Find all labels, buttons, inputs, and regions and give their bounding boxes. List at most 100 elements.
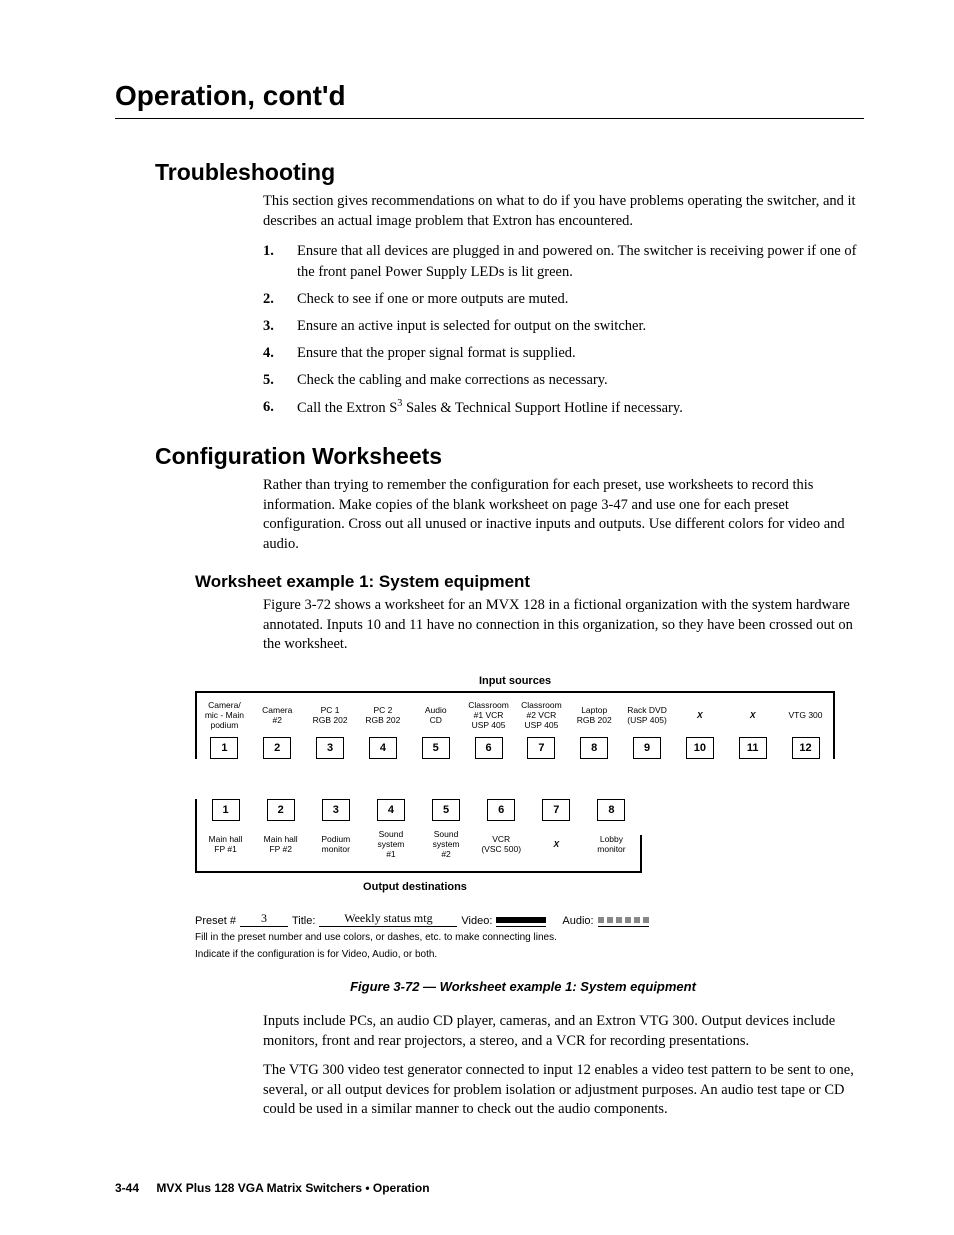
io-number-box: 8: [580, 737, 608, 759]
input-column: Rack DVD (USP 405) 9: [624, 699, 671, 759]
io-number-box: 1: [210, 737, 238, 759]
input-sources-row: Camera/ mic - Main podium1Camera #22PC 1…: [195, 691, 835, 759]
input-column: VTG 300 12: [782, 699, 829, 759]
output-destinations-row: Main hall FP #1 1 Main hall FP #2 2 Podium m…: [195, 799, 640, 873]
io-number-box: 12: [792, 737, 820, 759]
io-label: Sound system #2: [433, 825, 460, 865]
input-column: Camera #22: [254, 699, 301, 759]
output-column: Sound system #2 5: [422, 799, 471, 865]
io-number-box: 3: [316, 737, 344, 759]
preset-value: 3: [240, 911, 288, 927]
step-number: 6.: [263, 397, 297, 419]
io-number-box: 6: [475, 737, 503, 759]
video-swatch: [496, 917, 546, 923]
io-label: Laptop RGB 202: [577, 699, 612, 733]
step-text: Call the Extron S3 Sales & Technical Sup…: [297, 397, 864, 419]
io-number-box: 7: [542, 799, 570, 821]
crossed-out-icon: X: [750, 699, 756, 733]
step-number: 4.: [263, 343, 297, 364]
section-heading-troubleshooting: Troubleshooting: [155, 159, 864, 186]
io-number-box: 10: [686, 737, 714, 759]
troubleshooting-step: 1.Ensure that all devices are plugged in…: [263, 241, 864, 283]
subsection-heading-example1: Worksheet example 1: System equipment: [195, 572, 864, 592]
troubleshooting-steps: 1.Ensure that all devices are plugged in…: [263, 241, 864, 419]
io-label: Lobby monitor: [597, 825, 625, 865]
crossed-out-icon: X: [553, 825, 559, 865]
input-column: Classroom #2 VCR USP 405 7: [518, 699, 565, 759]
io-label: Camera/ mic - Main podium: [205, 699, 244, 733]
step-number: 2.: [263, 289, 297, 310]
io-label: PC 2 RGB 202: [365, 699, 400, 733]
crossed-out-icon: X: [697, 699, 703, 733]
io-label: VTG 300: [789, 699, 823, 733]
title-value: Weekly status mtg: [319, 911, 457, 927]
input-column: PC 1 RGB 202 3: [307, 699, 354, 759]
io-number-box: 4: [377, 799, 405, 821]
example1-after2: The VTG 300 video test generator connect…: [263, 1061, 864, 1120]
output-column: Main hall FP #1 1: [201, 799, 250, 865]
io-number-box: 9: [633, 737, 661, 759]
troubleshooting-step: 5.Check the cabling and make corrections…: [263, 370, 864, 391]
io-number-box: 4: [369, 737, 397, 759]
step-number: 1.: [263, 241, 297, 283]
io-number-box: 2: [267, 799, 295, 821]
header-rule: [115, 118, 864, 119]
io-number-box: 5: [422, 737, 450, 759]
form-note-1: Fill in the preset number and use colors…: [195, 931, 835, 944]
config-worksheets-intro: Rather than trying to remember the confi…: [263, 476, 864, 554]
troubleshooting-step: 2.Check to see if one or more outputs ar…: [263, 289, 864, 310]
input-column: Classroom #1 VCR USP 405 6: [465, 699, 512, 759]
output-column: Main hall FP #2 2: [256, 799, 305, 865]
io-label: Audio CD: [425, 699, 447, 733]
io-label: Main hall FP #1: [209, 825, 243, 865]
chapter-title: Operation, cont'd: [115, 80, 864, 112]
input-column: Laptop RGB 202 8: [571, 699, 618, 759]
figure-caption: Figure 3-72 — Worksheet example 1: Syste…: [263, 979, 783, 994]
io-label: Classroom #1 VCR USP 405: [468, 699, 509, 733]
io-number-box: 3: [322, 799, 350, 821]
section-heading-config-worksheets: Configuration Worksheets: [155, 443, 864, 470]
form-note-2: Indicate if the configuration is for Vid…: [195, 948, 835, 961]
troubleshooting-step: 4.Ensure that the proper signal format i…: [263, 343, 864, 364]
step-text: Check the cabling and make corrections a…: [297, 370, 864, 391]
step-text: Ensure that the proper signal format is …: [297, 343, 864, 364]
example1-intro: Figure 3-72 shows a worksheet for an MVX…: [263, 596, 864, 655]
troubleshooting-step: 6.Call the Extron S3 Sales & Technical S…: [263, 397, 864, 419]
input-column: Camera/ mic - Main podium 1: [201, 699, 248, 759]
io-label: Podium monitor: [321, 825, 350, 865]
video-label: Video:: [461, 915, 492, 927]
io-label: Classroom #2 VCR USP 405: [521, 699, 562, 733]
step-text: Check to see if one or more outputs are …: [297, 289, 864, 310]
audio-swatch: [598, 917, 649, 924]
audio-swatch-line: [598, 914, 649, 927]
io-number-box: 1: [212, 799, 240, 821]
io-number-box: 6: [487, 799, 515, 821]
io-number-box: 7: [527, 737, 555, 759]
page-footer: 3-44 MVX Plus 128 VGA Matrix Switchers •…: [115, 1181, 430, 1195]
troubleshooting-step: 3.Ensure an active input is selected for…: [263, 316, 864, 337]
io-label: Rack DVD (USP 405): [627, 699, 667, 733]
document-page: Operation, cont'd Troubleshooting This s…: [0, 0, 954, 1235]
output-column: Podium monitor 3: [311, 799, 360, 865]
io-number-box: 8: [597, 799, 625, 821]
output-column: Sound system #14: [366, 799, 415, 865]
input-column: Audio CD 5: [412, 699, 459, 759]
figure-output-title: Output destinations: [195, 881, 635, 893]
example1-after1: Inputs include PCs, an audio CD player, …: [263, 1012, 864, 1051]
page-number: 3-44: [115, 1181, 139, 1195]
step-number: 3.: [263, 316, 297, 337]
step-text: Ensure an active input is selected for o…: [297, 316, 864, 337]
io-label: VCR (VSC 500): [481, 825, 521, 865]
output-column: X7: [532, 799, 581, 865]
preset-label: Preset #: [195, 915, 236, 927]
output-column: VCR (VSC 500) 6: [477, 799, 526, 865]
figure-input-title: Input sources: [195, 675, 835, 687]
figure-3-72: Input sources Camera/ mic - Main podium 1…: [195, 675, 835, 961]
io-number-box: 5: [432, 799, 460, 821]
step-number: 5.: [263, 370, 297, 391]
io-label: PC 1 RGB 202: [313, 699, 348, 733]
input-column: X11: [729, 699, 776, 759]
troubleshooting-intro: This section gives recommendations on wh…: [263, 192, 864, 231]
io-label: Main hall FP #2: [264, 825, 298, 865]
io-label: Camera #2: [262, 699, 292, 733]
